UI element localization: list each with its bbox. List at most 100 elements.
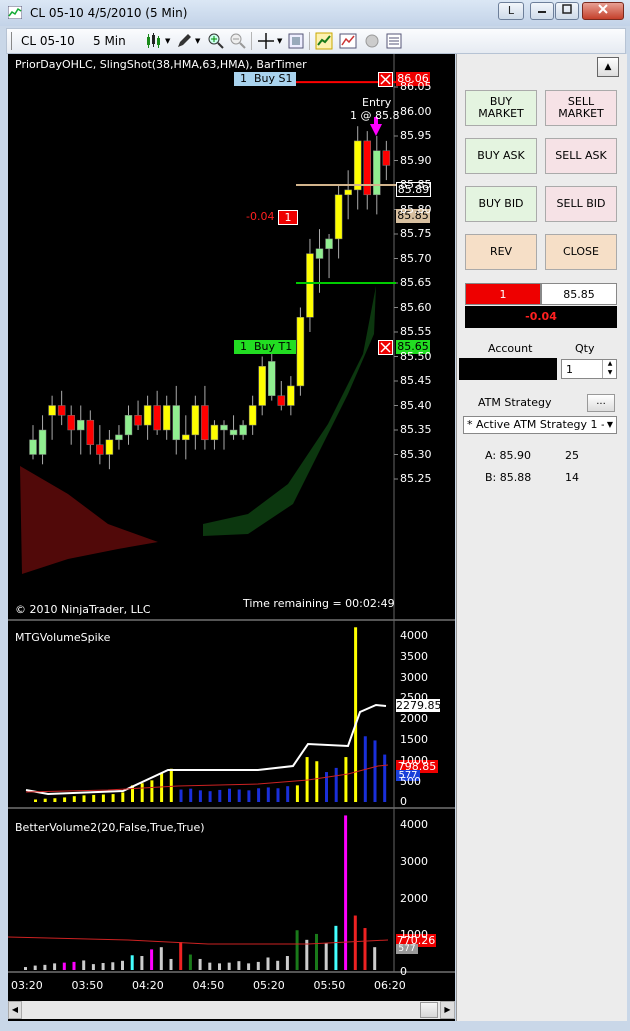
volume-spike-bar [325, 772, 328, 802]
close-window-button[interactable] [582, 2, 624, 20]
better-volume-tick-label: 2000 [400, 891, 428, 905]
chart-area[interactable]: PriorDayOHLC, SlingShot(38,HMA,63,HMA), … [8, 54, 455, 1021]
candle-body [344, 189, 352, 196]
ask-price-label: A: 85.90 [485, 449, 532, 462]
record-icon[interactable] [363, 32, 381, 50]
better-volume-bar [315, 933, 318, 970]
better-volume-bar [53, 963, 57, 970]
sell-market-button[interactable]: SELL MARKET [545, 90, 617, 126]
chart-app-icon [8, 6, 22, 19]
position-qty-box: 1 [465, 283, 541, 305]
link-button[interactable]: L [498, 2, 524, 20]
sell-bid-button[interactable]: SELL BID [545, 186, 617, 222]
qty-stepper[interactable]: 1 ▲ ▼ [561, 359, 617, 379]
volume-spike-tick-label: 1000 [400, 753, 428, 767]
price-tick-label: 85.70 [400, 251, 432, 265]
strategy-icon[interactable] [339, 32, 357, 50]
price-tick-label: 85.95 [400, 129, 432, 142]
scroll-right-arrow-icon[interactable]: ▶ [440, 1001, 455, 1019]
volume-spike-bar [198, 790, 202, 802]
candle-body [86, 419, 95, 445]
stop-order-tag[interactable]: 1 Buy S1 [234, 72, 296, 86]
better-volume-bar [247, 963, 251, 970]
window-title: CL 05-10 4/5/2010 (5 Min) [30, 6, 188, 20]
sell-ask-button[interactable]: SELL ASK [545, 138, 617, 174]
properties-icon[interactable] [287, 32, 305, 50]
volume-spike-bar [169, 768, 173, 802]
bar-timer-label: Time remaining = 00:02:49 [243, 597, 395, 610]
chart-canvas[interactable] [8, 54, 455, 1021]
candle-body [382, 150, 391, 166]
volume-spike-average-line [25, 703, 387, 796]
position-qty-tag[interactable]: 1 [278, 210, 298, 225]
chevron-down-icon[interactable]: ▼ [604, 417, 616, 433]
candle-body [373, 150, 381, 196]
maximize-button[interactable] [555, 2, 579, 20]
collapse-panel-button[interactable]: ▲ [597, 57, 619, 77]
volume-spike-bar [43, 798, 47, 802]
price-tick-label: 86.00 [400, 104, 432, 118]
bid-size-label: 14 [565, 471, 579, 484]
interval-selector[interactable]: 5 Min [93, 34, 126, 48]
candlestick-icon[interactable] [145, 32, 163, 50]
crosshair-icon[interactable] [257, 32, 275, 50]
position-pnl-box: -0.04 [465, 306, 617, 328]
buy-bid-button[interactable]: BUY BID [465, 186, 537, 222]
time-tick-label: 03:20 [11, 979, 43, 992]
atm-strategy-edit-button[interactable]: ... [587, 394, 615, 412]
entry-label: Entry [362, 96, 392, 109]
volume-spike-bar [140, 783, 144, 802]
candle-body [143, 405, 152, 426]
cancel-target-order-button[interactable] [378, 340, 393, 355]
account-selector[interactable] [459, 358, 557, 380]
atm-strategy-select[interactable]: * Active ATM Strategy 1 - C ▼ [463, 416, 617, 434]
qty-down-icon[interactable]: ▼ [602, 369, 617, 378]
minimize-icon [538, 11, 546, 13]
better-volume-bar [227, 962, 231, 970]
position-pnl-label: -0.04 [246, 210, 275, 223]
price-tick-label: 85.45 [400, 374, 432, 387]
cancel-stop-order-button[interactable] [378, 72, 393, 87]
zoom-out-icon[interactable] [229, 32, 247, 50]
data-box-icon[interactable] [385, 32, 403, 50]
minimize-button[interactable] [530, 2, 554, 20]
volume-spike-tick-label: 2500 [400, 691, 428, 705]
qty-value[interactable]: 1 [566, 363, 573, 376]
better-volume-bar [324, 943, 328, 970]
chevron-down-icon[interactable]: ▼ [165, 37, 170, 45]
close-icon [380, 342, 391, 353]
price-tick-label: 85.40 [400, 398, 432, 412]
scroll-left-arrow-icon[interactable]: ◀ [8, 1001, 22, 1019]
volume-spike-bar [72, 796, 76, 802]
target-order-tag[interactable]: 1 Buy T1 [234, 340, 296, 354]
better-volume-average-line [8, 936, 389, 945]
volume-spike-bar [208, 791, 212, 802]
chart-trader-icon[interactable] [315, 32, 333, 50]
candle-body [353, 140, 362, 191]
scrollbar-thumb[interactable] [420, 1002, 438, 1018]
better-volume-bar [43, 964, 47, 970]
candle-body [287, 385, 295, 406]
chart-trader-panel: ▲ BUY MARKET SELL MARKET BUY ASK SELL AS… [456, 54, 627, 1021]
better-volume-bar [218, 963, 221, 970]
candle-body [172, 405, 180, 441]
zoom-in-icon[interactable] [207, 32, 225, 50]
chevron-down-icon[interactable]: ▼ [195, 37, 200, 45]
better-volume-bar [363, 928, 367, 970]
candle-body [115, 434, 123, 441]
close-position-button[interactable]: CLOSE [545, 234, 617, 270]
volume-spike-bar [276, 788, 280, 802]
chevron-down-icon[interactable]: ▼ [277, 37, 282, 45]
volume-spike-bar [295, 785, 299, 802]
chart-horizontal-scrollbar[interactable]: ◀ ▶ [8, 1001, 455, 1019]
buy-ask-button[interactable]: BUY ASK [465, 138, 537, 174]
candle-body [229, 429, 238, 436]
better-volume-bar [373, 947, 377, 970]
reverse-button[interactable]: REV [465, 234, 537, 270]
instrument-selector[interactable]: CL 05-10 [21, 34, 75, 48]
qty-up-icon[interactable]: ▲ [602, 360, 617, 369]
buy-market-button[interactable]: BUY MARKET [465, 90, 537, 126]
better-volume-bar [62, 962, 66, 970]
candle-body [38, 429, 47, 455]
pencil-icon[interactable] [175, 32, 193, 50]
